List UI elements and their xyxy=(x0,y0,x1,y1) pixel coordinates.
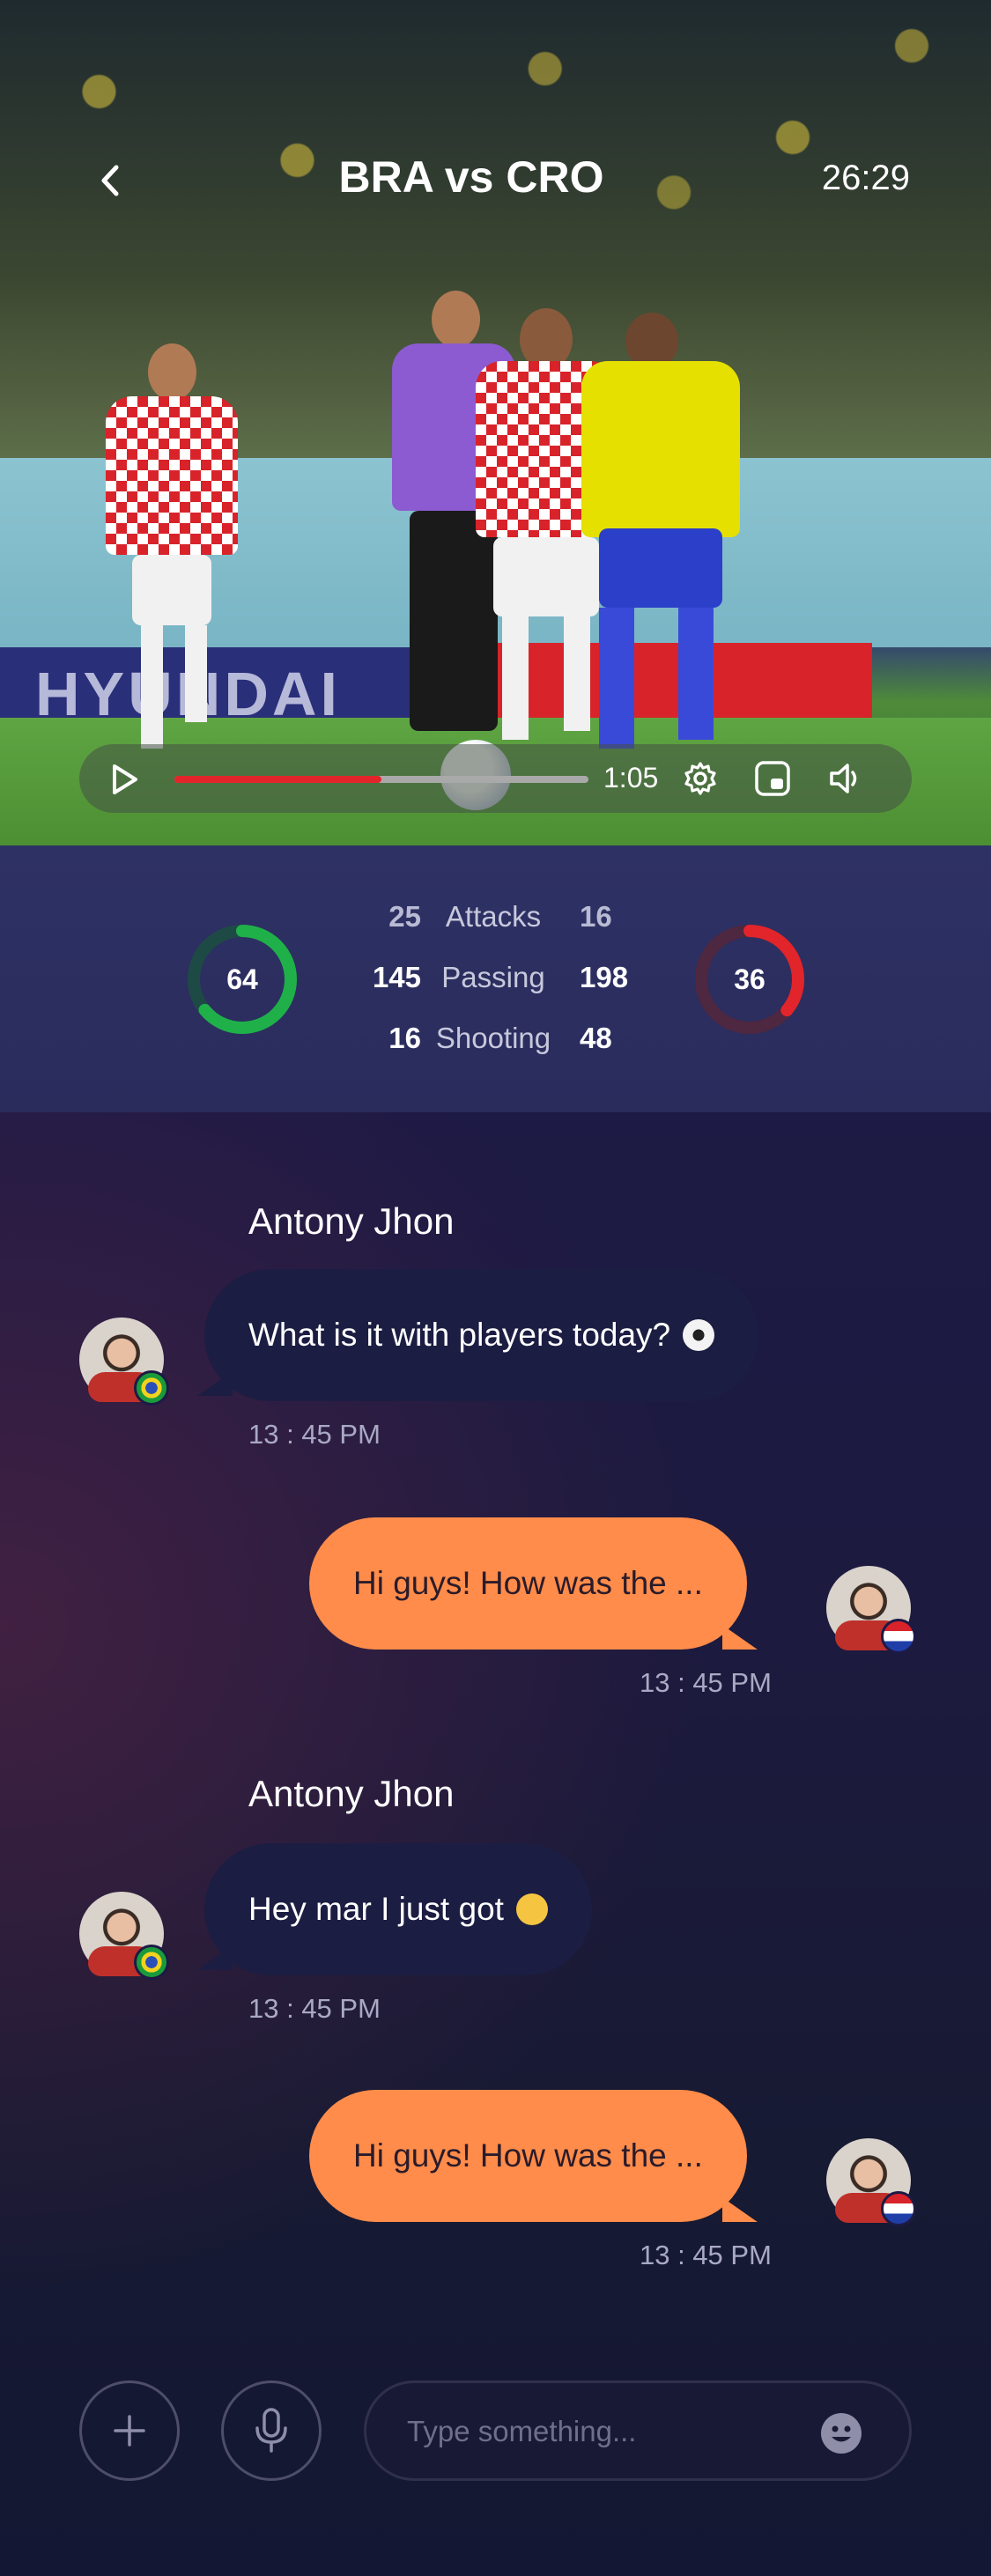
zany-face-icon xyxy=(515,1893,548,1925)
avatar[interactable] xyxy=(79,1892,169,1980)
avatar[interactable] xyxy=(826,2138,916,2226)
microphone-icon xyxy=(255,2408,287,2453)
emoji-icon[interactable] xyxy=(819,2411,863,2455)
stat-label: Attacks xyxy=(445,900,542,933)
stat-label: Shooting xyxy=(435,1022,551,1054)
chat-area[interactable]: Antony Jhon What is it with players toda… xyxy=(0,1112,991,2576)
progress-fill xyxy=(174,776,381,783)
incoming-message-bubble[interactable]: What is it with players today? xyxy=(204,1269,759,1401)
message-text: Hey mar I just got xyxy=(248,1891,504,1927)
left-possession-ring: 64 xyxy=(185,922,300,1037)
picture-in-picture-icon[interactable] xyxy=(753,759,792,798)
sender-name: Antony Jhon xyxy=(248,1773,455,1814)
gear-icon[interactable] xyxy=(681,759,720,798)
stat-right-value: 48 xyxy=(580,1022,612,1054)
video-top-bar: BRA vs CRO 26:29 xyxy=(0,132,991,229)
plus-icon xyxy=(114,2415,145,2447)
outgoing-message-bubble[interactable]: Hi guys! How was the ... xyxy=(309,2090,747,2222)
add-attachment-button[interactable] xyxy=(79,2380,180,2481)
stat-right-value: 198 xyxy=(580,961,629,993)
message-text: What is it with players today? xyxy=(248,1317,671,1353)
player-brazil xyxy=(581,313,740,766)
outgoing-message-bubble[interactable]: Hi guys! How was the ... xyxy=(309,1517,747,1650)
message-input-container xyxy=(364,2380,912,2481)
match-stats-panel: 64 36 25 Attacks 16 145 Passing 198 16 S… xyxy=(0,845,991,1112)
stat-right-value: 16 xyxy=(580,900,612,933)
right-possession-ring: 36 xyxy=(692,922,807,1037)
message-time: 13 : 45 PM xyxy=(248,1993,381,2024)
incoming-message-bubble[interactable]: Hey mar I just got xyxy=(204,1843,592,1975)
left-possession-value: 64 xyxy=(226,963,258,995)
stat-row-shooting: 16 Shooting 48 xyxy=(317,1022,669,1066)
elapsed-time: 1:05 xyxy=(603,762,659,793)
brazil-flag-icon xyxy=(134,1370,169,1406)
player-croatia-left xyxy=(106,343,238,749)
match-clock: 26:29 xyxy=(821,159,910,197)
soccer-ball-icon xyxy=(683,1319,715,1351)
progress-bar[interactable] xyxy=(174,776,588,783)
message-time: 13 : 45 PM xyxy=(248,1419,381,1450)
volume-icon[interactable] xyxy=(826,759,865,798)
croatia-flag-icon xyxy=(881,2191,916,2226)
message-text: Hi guys! How was the ... xyxy=(353,1565,703,1601)
video-player[interactable]: HYUNDAI BRA vs CRO 26:29 xyxy=(0,0,991,845)
message-input[interactable] xyxy=(407,2410,830,2454)
message-text: Hi guys! How was the ... xyxy=(353,2137,703,2174)
video-controls: 1:05 xyxy=(79,744,912,813)
match-title: BRA vs CRO xyxy=(338,152,604,202)
avatar[interactable] xyxy=(79,1318,169,1406)
stat-row-attacks: 25 Attacks 16 xyxy=(317,900,669,944)
message-time: 13 : 45 PM xyxy=(640,2240,772,2270)
brazil-flag-icon xyxy=(134,1945,169,1980)
avatar[interactable] xyxy=(826,1566,916,1654)
croatia-flag-icon xyxy=(881,1619,916,1654)
voice-message-button[interactable] xyxy=(221,2380,322,2481)
right-possession-value: 36 xyxy=(734,963,765,995)
stat-row-passing: 145 Passing 198 xyxy=(317,961,669,1005)
sender-name: Antony Jhon xyxy=(248,1200,455,1242)
message-time: 13 : 45 PM xyxy=(640,1667,772,1698)
play-icon[interactable] xyxy=(106,762,141,797)
